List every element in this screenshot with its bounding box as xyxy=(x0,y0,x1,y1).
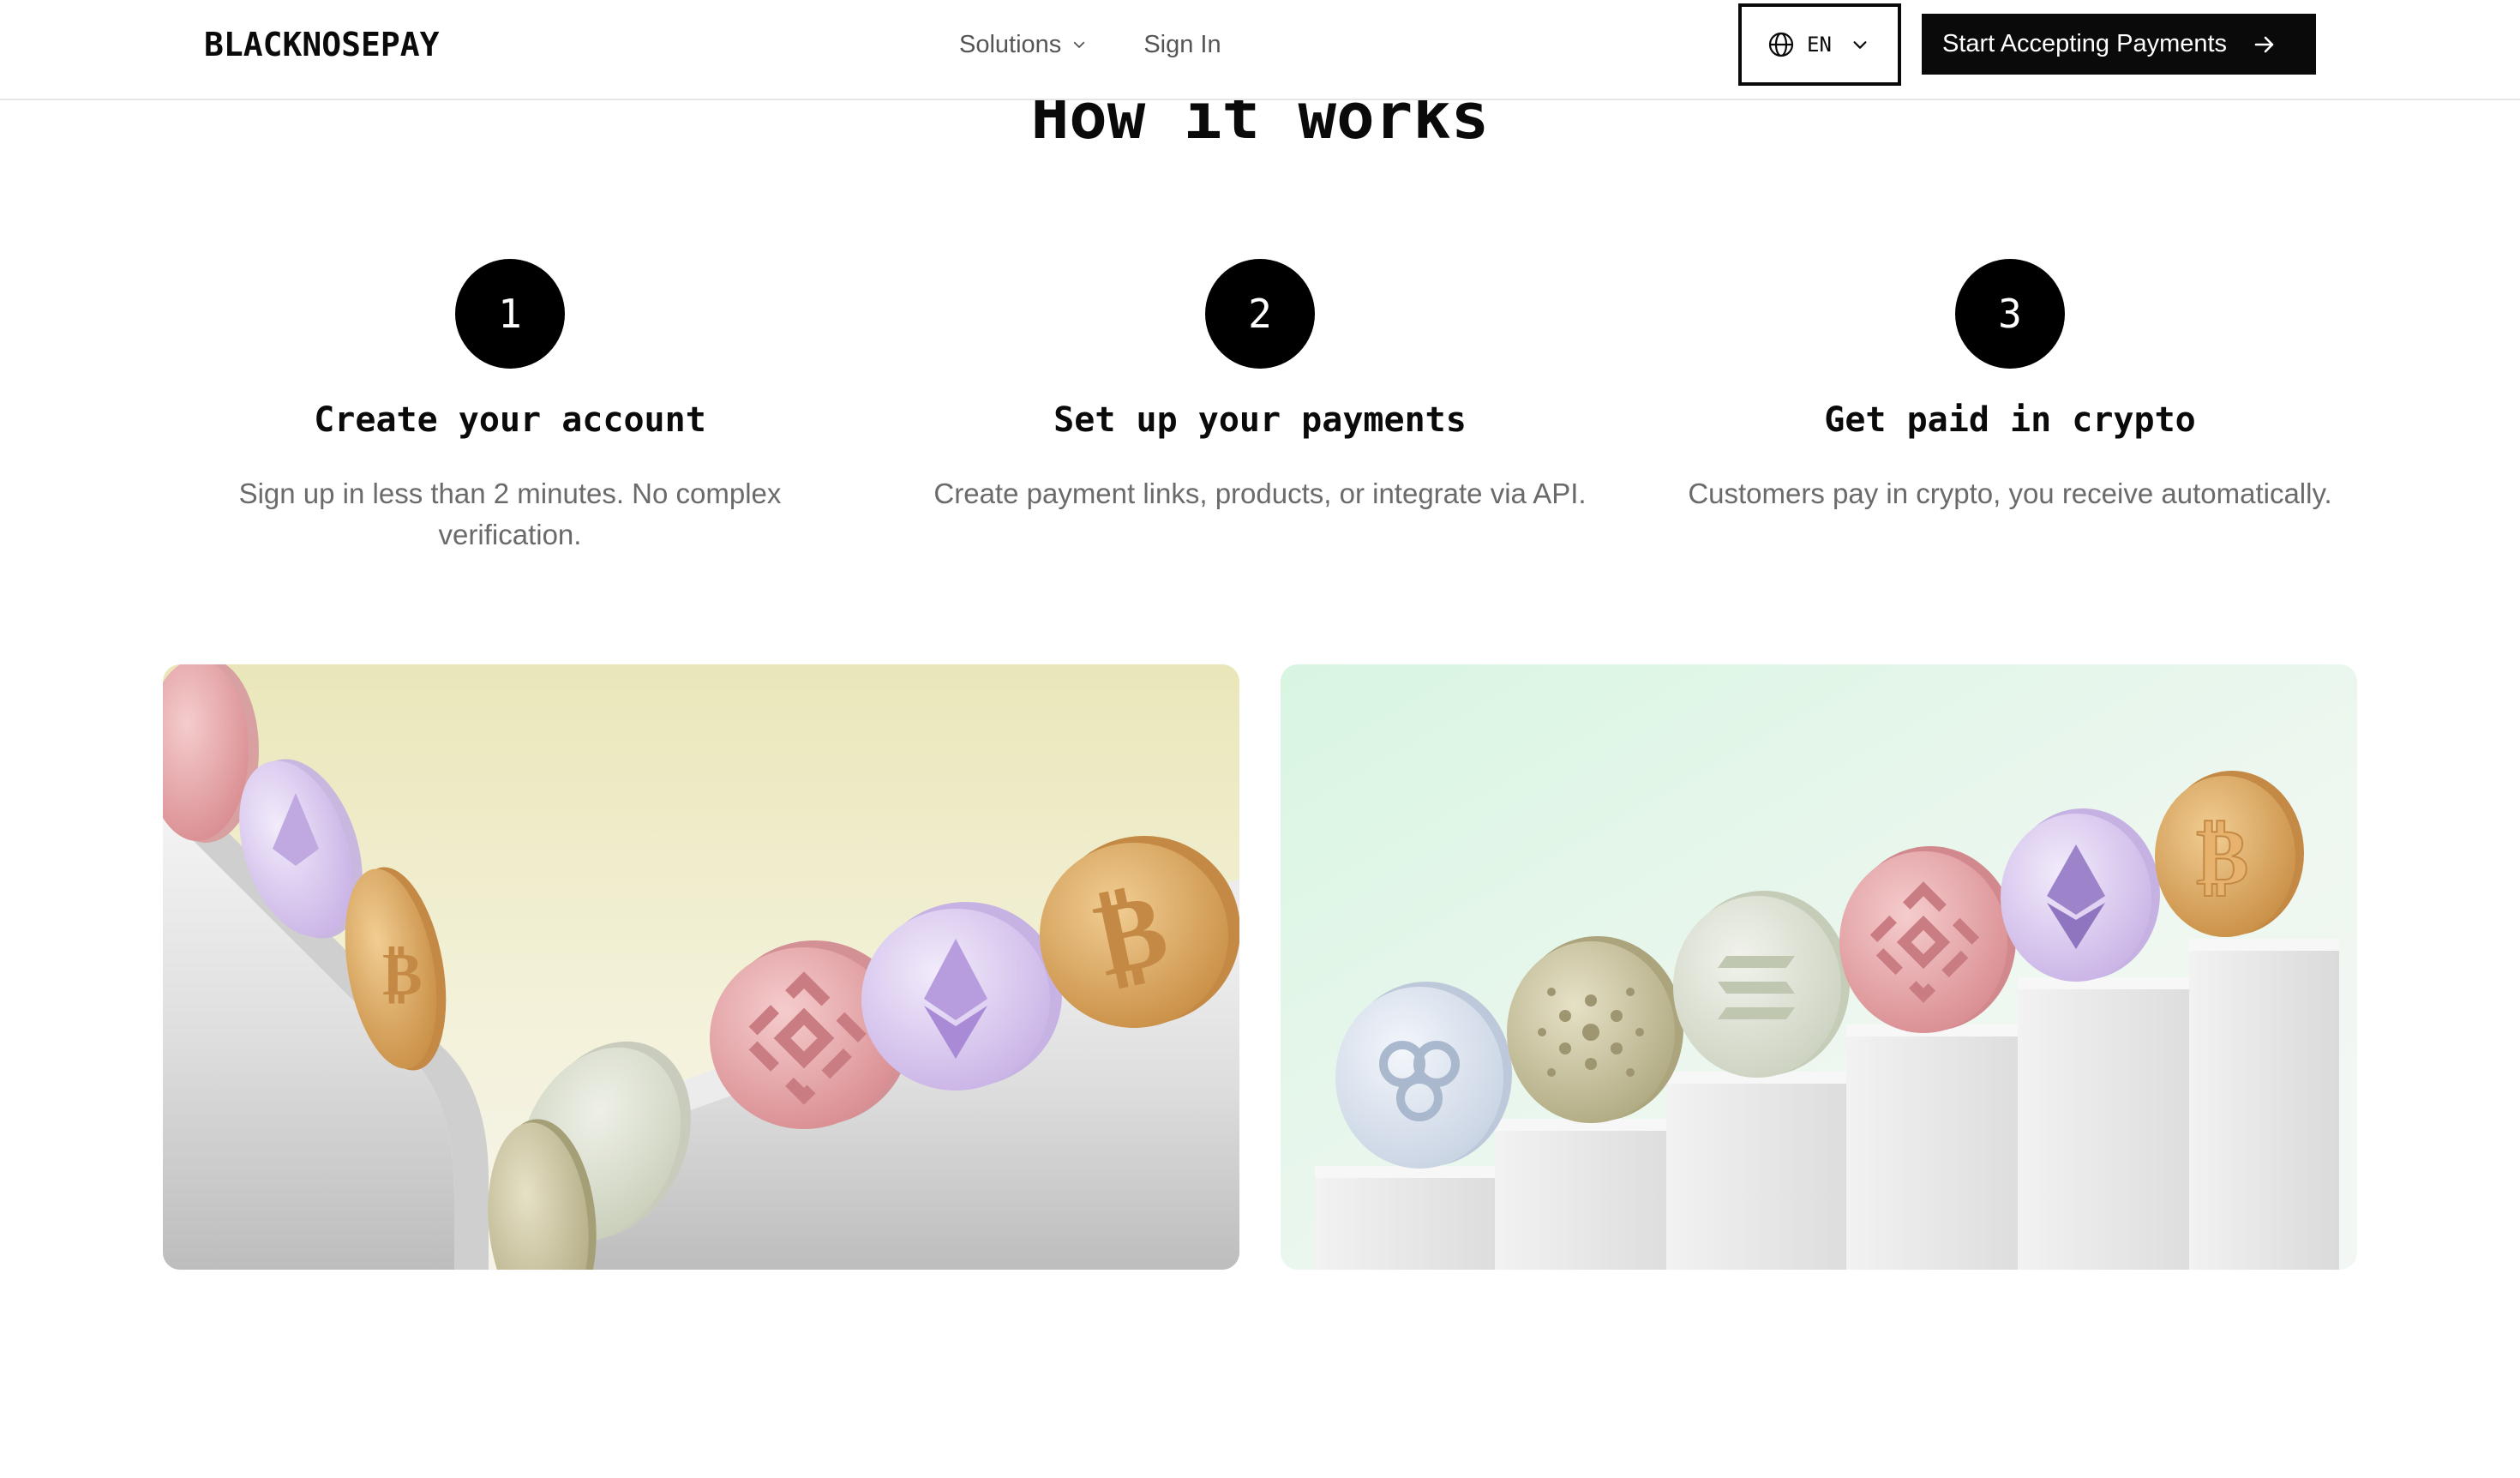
start-accepting-payments-button[interactable]: Start Accepting Payments xyxy=(1922,14,2316,75)
crypto-coins-on-podiums-illustration: ₿ xyxy=(1281,664,2357,1270)
main-nav: Solutions Sign In xyxy=(959,26,1221,63)
svg-text:₿: ₿ xyxy=(382,939,423,1009)
language-selector[interactable]: EN xyxy=(1738,3,1901,86)
step-description: Sign up in less than 2 minutes. No compl… xyxy=(238,478,782,550)
brand-logo[interactable]: BLACKNOSEPAY xyxy=(204,24,440,65)
arrow-right-icon xyxy=(2254,36,2274,52)
nav-solutions-dropdown[interactable]: Solutions xyxy=(959,31,1087,59)
chevron-down-icon xyxy=(1853,41,1867,49)
chevron-down-icon xyxy=(1074,41,1085,48)
crypto-coins-on-slide-illustration: ₿ ₿ xyxy=(163,664,1239,1270)
step-title: Create your account xyxy=(314,400,706,440)
nav-solutions-label: Solutions xyxy=(959,30,1062,58)
step-number-badge: 3 xyxy=(1955,259,2065,369)
step-number-badge: 2 xyxy=(1205,259,1315,369)
svg-text:₿: ₿ xyxy=(2196,811,2248,903)
step-card: 1 Create your account Sign up in less th… xyxy=(133,259,887,556)
top-navbar: BLACKNOSEPAY Solutions Sign In EN Start … xyxy=(0,0,2520,100)
step-description: Create payment links, products, or integ… xyxy=(933,478,1587,509)
step-title: Set up your payments xyxy=(1053,400,1467,440)
globe-icon xyxy=(1768,32,1794,57)
step-title: Get paid in crypto xyxy=(1824,400,2196,440)
step-description: Customers pay in crypto, you receive aut… xyxy=(1688,478,2332,509)
step-card: 3 Get paid in crypto Customers pay in cr… xyxy=(1633,259,2387,514)
step-number-badge: 1 xyxy=(455,259,565,369)
cta-label: Start Accepting Payments xyxy=(1942,30,2228,57)
nav-sign-in-link[interactable]: Sign In xyxy=(1143,31,1221,59)
language-code: EN xyxy=(1807,33,1832,57)
step-card: 2 Set up your payments Create payment li… xyxy=(883,259,1637,514)
